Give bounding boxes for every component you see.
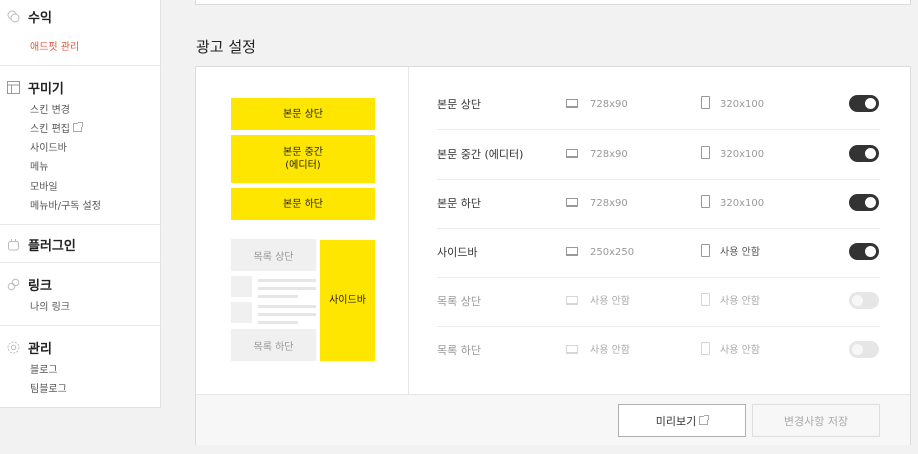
sidebar-section-manage[interactable]: 관리	[6, 338, 52, 357]
mobile-size: 320x100	[720, 99, 765, 110]
mobile-icon	[701, 96, 710, 109]
preview-line	[258, 287, 316, 290]
preview-line	[258, 279, 316, 282]
row-label: 본문 하단	[437, 197, 481, 210]
ad-settings-card: 본문 상단 본문 중간 (에디터) 본문 하단 목록 상단 목록 하단 사이드바…	[195, 66, 911, 445]
sidebar-section-label: 수익	[28, 11, 52, 26]
previous-card	[195, 0, 911, 5]
preview-thumb	[231, 276, 252, 297]
preview-body-bottom: 본문 하단	[231, 188, 375, 220]
link-icon	[6, 278, 20, 292]
sidebar-section-link[interactable]: 링크	[6, 275, 52, 294]
sidebar-section-label: 링크	[28, 279, 52, 294]
sidebar-section-revenue[interactable]: 수익	[6, 7, 52, 26]
pc-icon	[566, 247, 578, 256]
sidebar-item-mobile[interactable]: 모바일	[30, 178, 58, 193]
toggle-switch[interactable]	[849, 292, 879, 309]
plugin-icon	[6, 238, 20, 252]
ad-row-list-top: 목록 상단 사용 안함 사용 안함	[437, 277, 880, 327]
preview-list-top: 목록 상단	[231, 239, 316, 271]
pc-icon	[566, 296, 578, 305]
row-label: 본문 상단	[437, 98, 481, 111]
external-link-icon	[72, 122, 83, 132]
ad-layout-preview: 본문 상단 본문 중간 (에디터) 본문 하단 목록 상단 목록 하단 사이드바	[196, 67, 409, 394]
pc-size: 사용 안함	[590, 296, 630, 307]
preview-line	[258, 321, 298, 324]
preview-list-bottom: 목록 하단	[231, 329, 316, 361]
toggle-switch[interactable]	[849, 194, 879, 211]
preview-thumb	[231, 302, 252, 323]
mobile-size: 사용 안함	[720, 345, 760, 356]
row-label: 목록 상단	[437, 295, 481, 308]
layout-icon	[6, 81, 20, 95]
divider	[0, 65, 161, 66]
pc-icon	[566, 198, 578, 207]
preview-line	[258, 313, 316, 316]
preview-body-middle: 본문 중간 (에디터)	[231, 135, 375, 183]
mobile-icon	[701, 293, 710, 306]
toggle-switch[interactable]	[849, 145, 879, 162]
ad-row-body-middle: 본문 중간 (에디터) 728x90 320x100	[437, 130, 880, 180]
mobile-icon	[701, 244, 710, 257]
preview-button[interactable]: 미리보기	[618, 404, 746, 437]
ad-row-body-bottom: 본문 하단 728x90 320x100	[437, 179, 880, 229]
gear-icon	[6, 341, 20, 355]
page-title: 광고 설정	[196, 38, 256, 56]
pc-size: 728x90	[590, 149, 628, 160]
mobile-size: 사용 안함	[720, 296, 760, 307]
toggle-switch[interactable]	[849, 341, 879, 358]
sidebar-item-adfit[interactable]: 애드핏 관리	[30, 38, 79, 53]
preview-line	[258, 295, 298, 298]
divider	[0, 224, 161, 225]
sidebar-item-menu[interactable]: 메뉴	[30, 158, 48, 173]
ad-row-sidebar: 사이드바 250x250 사용 안함	[437, 228, 880, 278]
coin-icon	[6, 10, 20, 24]
mobile-icon	[701, 342, 710, 355]
ad-row-list-bottom: 목록 하단 사용 안함 사용 안함	[437, 326, 880, 375]
row-label: 목록 하단	[437, 344, 481, 357]
sidebar-section-plugin[interactable]: 플러그인	[6, 235, 76, 254]
sidebar-section-label: 플러그인	[28, 239, 76, 254]
sidebar-section-design[interactable]: 꾸미기	[6, 78, 64, 97]
pc-size: 728x90	[590, 198, 628, 209]
pc-size: 728x90	[590, 99, 628, 110]
sidebar: 수익 애드핏 관리 꾸미기 스킨 변경 스킨 편집 사이드바 메뉴 모바일 메뉴…	[0, 0, 161, 408]
sidebar-item-menubar[interactable]: 메뉴바/구독 설정	[30, 197, 101, 212]
divider	[0, 262, 161, 263]
sidebar-item-sidebar[interactable]: 사이드바	[30, 139, 67, 154]
mobile-icon	[701, 146, 710, 159]
preview-line	[258, 305, 316, 308]
pc-size: 250x250	[590, 247, 635, 258]
toggle-switch[interactable]	[849, 243, 879, 260]
card-footer: 미리보기 변경사항 저장	[196, 394, 910, 445]
external-link-icon	[699, 415, 710, 425]
toggle-switch[interactable]	[849, 95, 879, 112]
pc-size: 사용 안함	[590, 345, 630, 356]
sidebar-item-team-blog[interactable]: 팀블로그	[30, 380, 67, 395]
mobile-size: 320x100	[720, 149, 765, 160]
row-label: 사이드바	[437, 246, 478, 259]
sidebar-section-label: 꾸미기	[28, 82, 64, 97]
pc-icon	[566, 99, 578, 108]
sidebar-item-my-link[interactable]: 나의 링크	[30, 298, 70, 313]
save-changes-button[interactable]: 변경사항 저장	[752, 404, 880, 437]
sidebar-item-skin-edit[interactable]: 스킨 편집	[30, 120, 83, 135]
pc-icon	[566, 149, 578, 158]
preview-body-top: 본문 상단	[231, 98, 375, 130]
sidebar-item-blog[interactable]: 블로그	[30, 361, 58, 376]
mobile-icon	[701, 195, 710, 208]
pc-icon	[566, 345, 578, 354]
ad-row-body-top: 본문 상단 728x90 320x100	[437, 80, 880, 130]
sidebar-section-label: 관리	[28, 342, 52, 357]
row-label: 본문 중간 (에디터)	[437, 148, 524, 161]
preview-sidebar: 사이드바	[320, 240, 375, 361]
divider	[0, 325, 161, 326]
sidebar-item-skin-change[interactable]: 스킨 변경	[30, 101, 70, 116]
mobile-size: 320x100	[720, 198, 765, 209]
mobile-size: 사용 안함	[720, 247, 760, 258]
